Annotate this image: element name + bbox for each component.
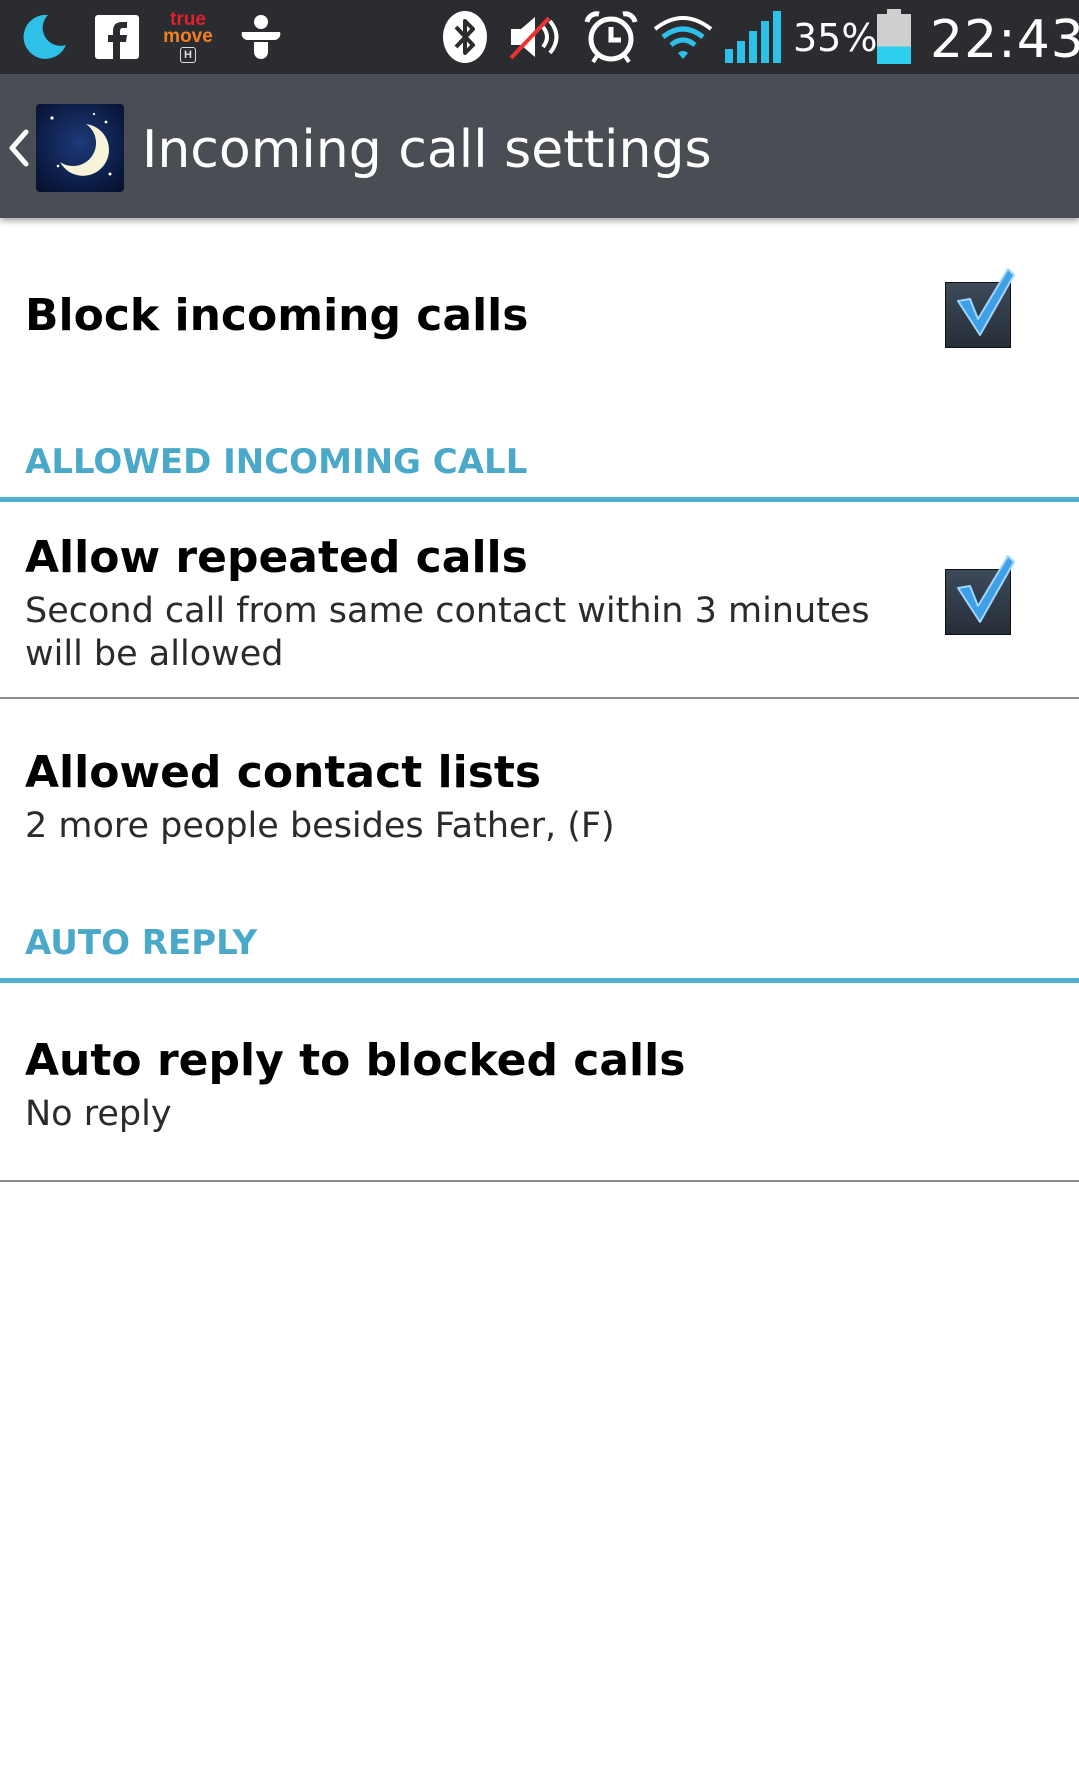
truemove-h-icon: true move H: [160, 8, 216, 66]
bluetooth-icon: [438, 8, 492, 66]
moon-icon[interactable]: [36, 104, 124, 192]
auto-reply-title: Auto reply to blocked calls: [25, 1035, 686, 1086]
row-divider: [0, 1180, 1079, 1182]
allow-repeated-calls-row[interactable]: Allow repeated calls Second call from sa…: [0, 502, 1079, 697]
auto-reply-summary: No reply: [25, 1094, 172, 1134]
allow-repeated-calls-title: Allow repeated calls: [25, 532, 528, 583]
allowed-contact-lists-row[interactable]: Allowed contact lists 2 more people besi…: [0, 699, 1079, 869]
auto-reply-row[interactable]: Auto reply to blocked calls No reply: [0, 983, 1079, 1180]
battery-icon: [874, 8, 914, 66]
block-incoming-calls-row[interactable]: Block incoming calls: [0, 218, 1079, 388]
moon-app-icon: [14, 8, 74, 66]
page-title: Incoming call settings: [142, 120, 712, 180]
allowed-contact-lists-summary: 2 more people besides Father, (F): [25, 806, 615, 846]
block-incoming-calls-title: Block incoming calls: [25, 290, 529, 341]
carrier-logo-line2: move: [163, 26, 213, 47]
tango-icon: [234, 8, 288, 66]
action-bar: Incoming call settings: [0, 74, 1079, 218]
section-header-allowed-incoming-call: ALLOWED INCOMING CALL: [25, 442, 528, 482]
block-incoming-calls-checkbox[interactable]: [945, 268, 1015, 348]
allow-repeated-calls-checkbox[interactable]: [945, 555, 1015, 635]
allowed-contact-lists-title: Allowed contact lists: [25, 747, 542, 798]
status-bar: true move H 35% 22:43: [0, 0, 1079, 74]
alarm-icon: [582, 8, 640, 66]
section-header-auto-reply: AUTO REPLY: [25, 923, 258, 963]
facebook-icon: [92, 8, 142, 66]
screen: true move H 35% 22:43 Incoming call sett…: [0, 0, 1079, 1775]
wifi-icon: [650, 8, 716, 66]
back-arrow-icon[interactable]: [6, 128, 32, 168]
signal-icon: [722, 8, 784, 66]
allow-repeated-calls-summary: Second call from same contact within 3 m…: [25, 591, 870, 674]
clock: 22:43: [930, 10, 1079, 70]
volume-muted-icon: [506, 8, 568, 66]
network-type-badge: H: [180, 47, 196, 63]
battery-percent: 35%: [793, 16, 878, 60]
